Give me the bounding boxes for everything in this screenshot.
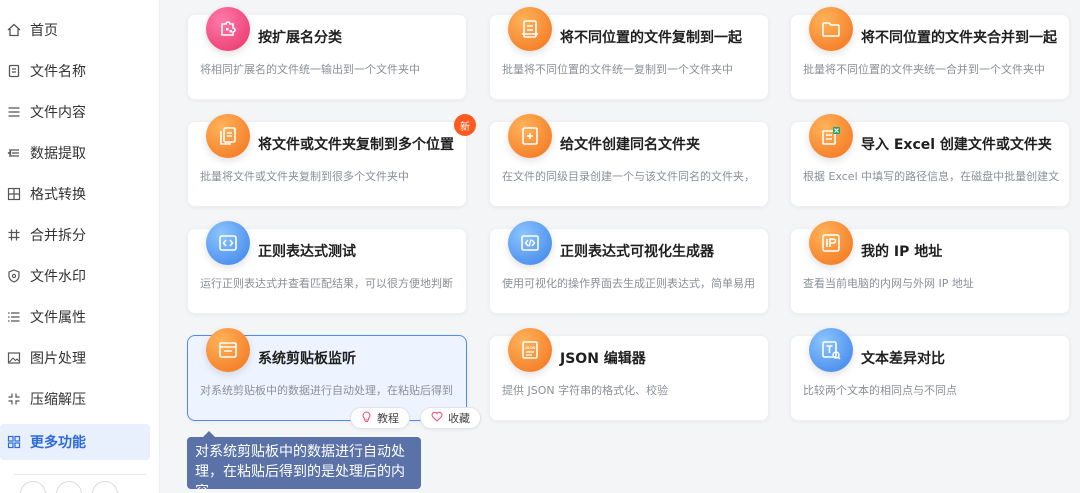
json-icon: JSON bbox=[508, 328, 552, 372]
more-apps-icon bbox=[6, 434, 22, 450]
code-window-icon bbox=[508, 221, 552, 265]
multi-copy-icon bbox=[206, 114, 250, 158]
card-description: 将相同扩展名的文件统一输出到一个文件夹中 bbox=[200, 63, 420, 76]
file-content-icon bbox=[6, 104, 22, 120]
sidebar-item-label: 图片处理 bbox=[30, 351, 86, 367]
card-merge-folders[interactable]: 将不同位置的文件夹合并到一起 批量将不同位置的文件夹统一合并到一个文件夹中 bbox=[790, 7, 1070, 100]
file-copy-icon bbox=[508, 7, 552, 51]
sidebar-bottom-button[interactable] bbox=[20, 481, 46, 493]
card-title: 将不同位置的文件复制到一起 bbox=[560, 30, 742, 46]
favorite-button[interactable]: 收藏 bbox=[420, 407, 481, 429]
svg-text:JSON: JSON bbox=[525, 345, 536, 350]
sidebar-item-watermark[interactable]: 文件水印 bbox=[0, 258, 150, 294]
heart-icon bbox=[431, 411, 443, 425]
card-description: 在文件的同级目录创建一个与该文件同名的文件夹， bbox=[502, 170, 755, 183]
card-title: 给文件创建同名文件夹 bbox=[560, 137, 700, 153]
card-json-editor[interactable]: JSON JSON 编辑器 提供 JSON 字符串的格式化、校验 bbox=[489, 328, 769, 421]
sidebar-item-label: 文件名称 bbox=[30, 64, 86, 80]
card-title: 正则表达式测试 bbox=[258, 244, 356, 260]
sidebar-item-file-name[interactable]: 文件名称 bbox=[0, 53, 150, 89]
card-import-excel[interactable]: 导入 Excel 创建文件或文件夹 根据 Excel 中填写的路径信息，在磁盘中… bbox=[790, 114, 1070, 207]
card-copy-files-together[interactable]: 将不同位置的文件复制到一起 批量将不同位置的文件统一复制到一个文件夹中 bbox=[489, 7, 769, 100]
excel-icon bbox=[809, 114, 853, 158]
card-description: 查看当前电脑的内网与外网 IP 地址 bbox=[803, 277, 974, 290]
sidebar-item-more-features[interactable]: 更多功能 bbox=[0, 424, 150, 460]
card-description: 对系统剪贴板中的数据进行自动处理，在粘贴后得到 bbox=[200, 384, 453, 397]
folder-add-icon bbox=[508, 114, 552, 158]
sidebar-item-label: 文件属性 bbox=[30, 310, 86, 326]
tooltip: 对系统剪贴板中的数据进行自动处理，在粘贴后得到的是处理后的内容 bbox=[187, 431, 421, 493]
sidebar-item-home[interactable]: 首页 bbox=[0, 12, 150, 48]
sidebar-item-label: 文件内容 bbox=[30, 105, 86, 121]
tutorial-button[interactable]: 教程 bbox=[350, 407, 410, 429]
home-icon bbox=[6, 22, 22, 38]
sidebar-divider bbox=[14, 474, 146, 475]
new-badge: 新 bbox=[454, 114, 476, 136]
sidebar-item-label: 合并拆分 bbox=[30, 228, 86, 244]
sidebar-bottom-buttons bbox=[20, 481, 118, 493]
image-icon bbox=[6, 350, 22, 366]
sidebar-item-merge-split[interactable]: 合并拆分 bbox=[0, 217, 150, 253]
ip-icon bbox=[809, 221, 853, 265]
file-name-icon bbox=[6, 63, 22, 79]
card-description: 批量将不同位置的文件夹统一合并到一个文件夹中 bbox=[803, 63, 1045, 76]
card-regex-visual-generator[interactable]: 正则表达式可视化生成器 使用可视化的操作界面去生成正则表达式，简单易用 bbox=[489, 221, 769, 314]
watermark-icon bbox=[6, 268, 22, 284]
sidebar-item-format-convert[interactable]: 格式转换 bbox=[0, 176, 150, 212]
format-convert-icon bbox=[6, 186, 22, 202]
sidebar-item-file-attributes[interactable]: 文件属性 bbox=[0, 299, 150, 335]
card-title: 将文件或文件夹复制到多个位置 bbox=[258, 137, 454, 153]
sidebar-item-compress[interactable]: 压缩解压 bbox=[0, 381, 150, 417]
card-text-diff[interactable]: 文本差异对比 比较两个文本的相同点与不同点 bbox=[790, 328, 1070, 421]
card-description: 运行正则表达式并查看匹配结果，可以很方便地判断 bbox=[200, 277, 453, 290]
card-description: 批量将不同位置的文件统一复制到一个文件夹中 bbox=[502, 63, 733, 76]
card-title: JSON 编辑器 bbox=[560, 351, 646, 367]
sidebar-item-image[interactable]: 图片处理 bbox=[0, 340, 150, 376]
text-diff-icon bbox=[809, 328, 853, 372]
lightbulb-icon bbox=[361, 410, 372, 426]
sidebar-item-label: 首页 bbox=[30, 23, 58, 39]
card-regex-test[interactable]: 正则表达式测试 运行正则表达式并查看匹配结果，可以很方便地判断 bbox=[187, 221, 467, 314]
card-description: 批量将文件或文件夹复制到很多个文件夹中 bbox=[200, 170, 409, 183]
card-description: 根据 Excel 中填写的路径信息，在磁盘中批量创建文 bbox=[803, 170, 1059, 183]
card-copy-to-multiple[interactable]: 将文件或文件夹复制到多个位置 批量将文件或文件夹复制到很多个文件夹中 新 bbox=[187, 114, 476, 207]
tutorial-label: 教程 bbox=[377, 412, 399, 425]
card-title: 正则表达式可视化生成器 bbox=[560, 244, 714, 260]
card-title: 将不同位置的文件夹合并到一起 bbox=[861, 30, 1057, 46]
clipboard-monitor-icon bbox=[206, 328, 250, 372]
sidebar-bottom-button[interactable] bbox=[92, 481, 118, 493]
card-title: 我的 IP 地址 bbox=[861, 244, 943, 260]
folder-icon bbox=[809, 7, 853, 51]
card-description: 比较两个文本的相同点与不同点 bbox=[803, 384, 957, 397]
sidebar-bottom-button[interactable] bbox=[56, 481, 82, 493]
sidebar-item-file-content[interactable]: 文件内容 bbox=[0, 94, 150, 130]
card-create-same-name-folder[interactable]: 给文件创建同名文件夹 在文件的同级目录创建一个与该文件同名的文件夹， bbox=[489, 114, 769, 207]
sidebar-item-label: 压缩解压 bbox=[30, 392, 86, 408]
card-title: 导入 Excel 创建文件或文件夹 bbox=[861, 137, 1052, 153]
sidebar-item-label: 格式转换 bbox=[30, 187, 86, 203]
card-my-ip-address[interactable]: 我的 IP 地址 查看当前电脑的内网与外网 IP 地址 bbox=[790, 221, 1070, 314]
card-description: 使用可视化的操作界面去生成正则表达式，简单易用 bbox=[502, 277, 755, 290]
sidebar-item-data-extract[interactable]: 数据提取 bbox=[0, 135, 150, 171]
card-title: 系统剪贴板监听 bbox=[258, 351, 356, 367]
sidebar-item-label: 更多功能 bbox=[30, 435, 86, 451]
sidebar-item-label: 数据提取 bbox=[30, 146, 86, 162]
card-title: 按扩展名分类 bbox=[258, 30, 342, 46]
card-title: 文本差异对比 bbox=[861, 351, 945, 367]
puzzle-icon bbox=[206, 7, 250, 51]
merge-split-icon bbox=[6, 227, 22, 243]
file-attributes-icon bbox=[6, 309, 22, 325]
card-description: 提供 JSON 字符串的格式化、校验 bbox=[502, 384, 669, 397]
data-extract-icon bbox=[6, 145, 22, 161]
sidebar: 首页 文件名称 文件内容 数据提取 格式转换 合并拆分 文件水印 文件属性 图片… bbox=[0, 0, 160, 493]
favorite-label: 收藏 bbox=[448, 412, 470, 425]
compress-icon bbox=[6, 391, 22, 407]
card-classify-by-extension[interactable]: 按扩展名分类 将相同扩展名的文件统一输出到一个文件夹中 bbox=[187, 7, 467, 100]
code-icon bbox=[206, 221, 250, 265]
sidebar-item-label: 文件水印 bbox=[30, 269, 86, 285]
